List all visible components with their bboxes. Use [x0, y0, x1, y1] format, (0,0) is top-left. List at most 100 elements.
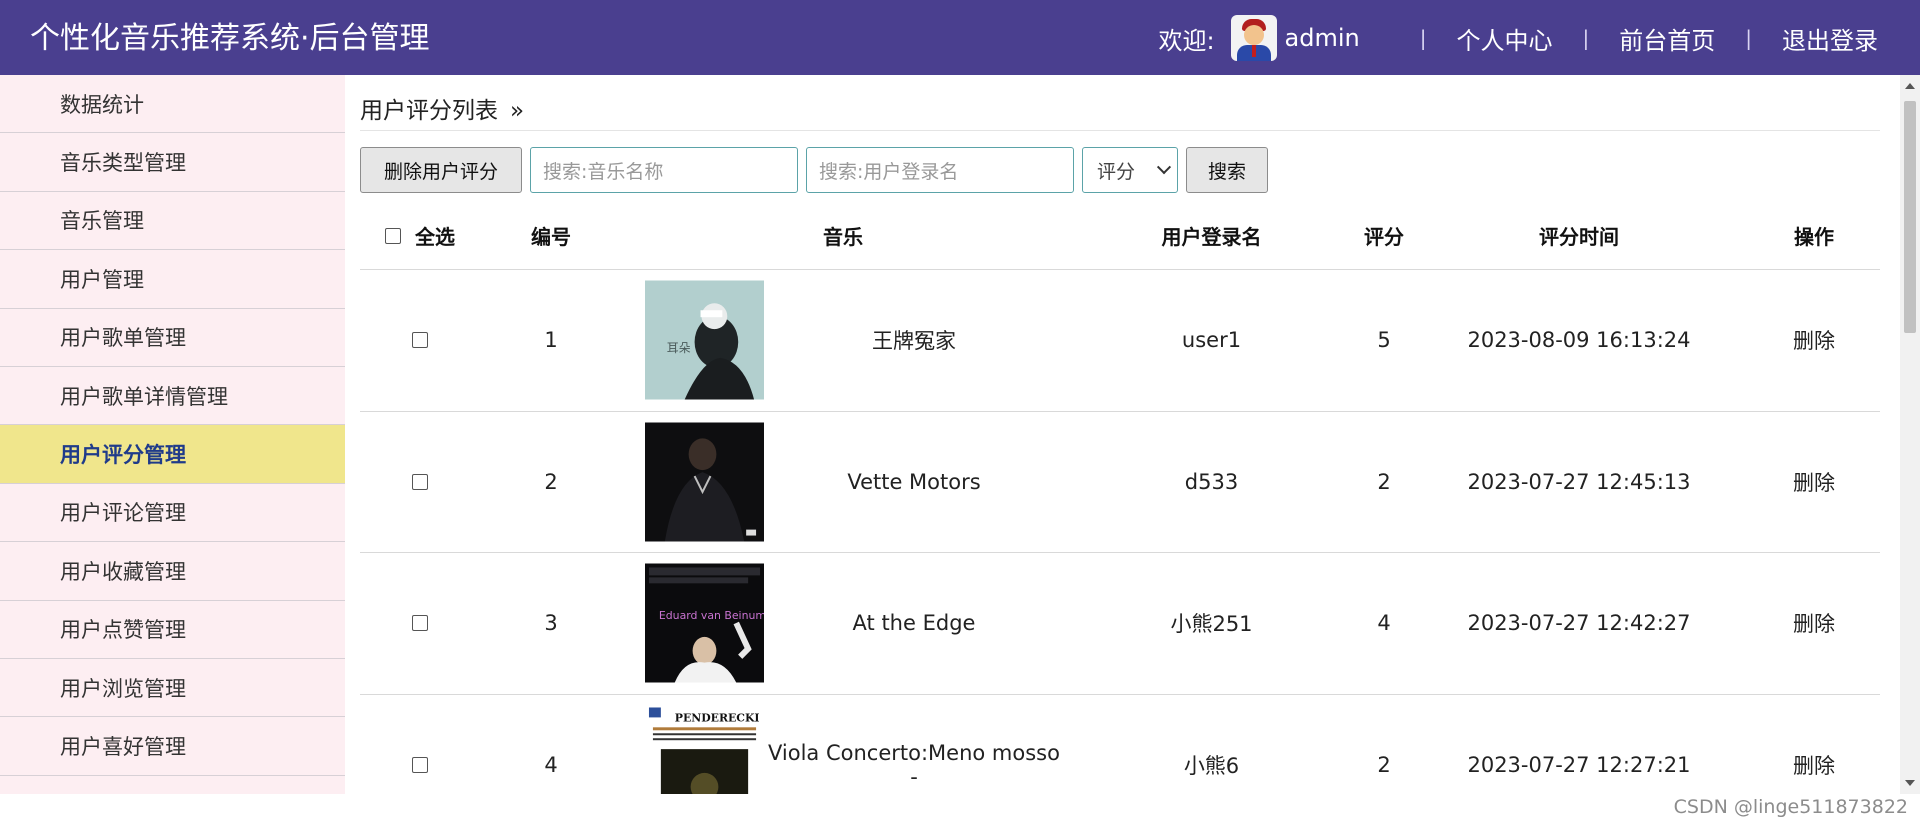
top-header: 个性化音乐推荐系统·后台管理 欢迎: admin | 个人中心 | 前台首页 |…: [0, 0, 1920, 75]
header-time: 评分时间: [1539, 225, 1619, 249]
delete-ratings-button[interactable]: 删除用户评分: [360, 147, 522, 193]
sidebar-item-ratings[interactable]: 用户评分管理: [0, 425, 345, 484]
row-cover-cell: 耳朵: [622, 280, 764, 400]
row-id: 3: [544, 611, 558, 636]
row-check-cell: [360, 615, 480, 632]
select-all[interactable]: 全选: [360, 221, 480, 250]
header-music: 音乐: [823, 225, 863, 249]
sidebar-item-likes[interactable]: 用户点赞管理: [0, 601, 345, 659]
cover-text: PENDERECKI: [675, 711, 760, 724]
table-header: 全选 编号 音乐 用户登录名 评分 评分时间 操作: [360, 202, 1880, 270]
row-music: Viola Concerto:Meno mosso -: [768, 740, 1060, 789]
scroll-down-arrow-icon[interactable]: [1905, 780, 1915, 786]
row-music: Vette Motors: [847, 469, 981, 494]
row-time: 2023-08-09 16:13:24: [1467, 328, 1691, 353]
select-all-checkbox[interactable]: [385, 227, 401, 244]
row-cover-cell: [622, 422, 764, 542]
album-cover-image: PENDERECKI: [645, 705, 764, 794]
page-title: 用户评分列表: [360, 98, 498, 124]
album-cover-image: [645, 422, 764, 542]
cover-text: 耳朵: [667, 341, 691, 355]
main-content: 用户评分列表 » 删除用户评分 搜索:音乐名称 搜索:用户登录名 评分 搜索 全选…: [360, 75, 1880, 794]
welcome-label: 欢迎:: [1158, 26, 1215, 55]
header-id: 编号: [531, 225, 571, 249]
row-score: 2: [1377, 469, 1391, 494]
sidebar-item-playlists[interactable]: 用户歌单管理: [0, 309, 345, 367]
table-row: 1 耳朵 王牌冤家 user1 5 2023-08-09 16:13:24 删除: [360, 270, 1880, 412]
row-time: 2023-07-27 12:27:21: [1467, 752, 1691, 777]
cover-text: Eduard van Beinum: [659, 609, 764, 622]
album-cover-image: Eduard van Beinum: [645, 563, 764, 683]
row-checkbox[interactable]: [412, 615, 428, 632]
row-time: 2023-07-27 12:45:13: [1467, 469, 1691, 494]
sidebar-item-favorites[interactable]: 用户收藏管理: [0, 542, 345, 601]
ratings-table: 全选 编号 音乐 用户登录名 评分 评分时间 操作 1 耳朵 王牌冤家 user…: [360, 202, 1880, 794]
header-action: 操作: [1794, 225, 1834, 249]
sidebar-item-playlist-details[interactable]: 用户歌单详情管理: [0, 367, 345, 426]
row-check-cell: [360, 756, 480, 773]
avatar-face: [1243, 25, 1264, 45]
row-check-cell: [360, 473, 480, 490]
row-user: 小熊6: [1183, 753, 1240, 778]
divider: [360, 130, 1880, 131]
row-delete-link[interactable]: 删除: [1749, 608, 1879, 638]
sidebar-item-comments[interactable]: 用户评论管理: [0, 484, 345, 543]
sidebar-item-browsing[interactable]: 用户浏览管理: [0, 659, 345, 718]
row-score: 4: [1377, 611, 1391, 636]
personal-center-link[interactable]: 个人中心: [1457, 21, 1553, 56]
chevron-down-icon: [1156, 160, 1172, 175]
sidebar-item-users[interactable]: 用户管理: [0, 250, 345, 309]
sidebar-item-music-types[interactable]: 音乐类型管理: [0, 133, 345, 192]
row-id: 2: [544, 469, 558, 494]
row-score: 2: [1377, 752, 1391, 777]
header-user: 用户登录名: [1161, 225, 1262, 249]
avatar[interactable]: [1230, 15, 1277, 61]
header-separator: |: [1745, 26, 1752, 50]
row-user: user1: [1181, 328, 1242, 353]
score-select-value: 评分: [1097, 160, 1136, 183]
table-row: 2 Vette Motors d533 2 2023-07-27 12:45:1…: [360, 412, 1880, 553]
row-music: 王牌冤家: [872, 329, 956, 354]
search-button[interactable]: 搜索: [1186, 147, 1268, 193]
row-user: 小熊251: [1170, 612, 1253, 637]
row-delete-link[interactable]: 删除: [1749, 750, 1879, 780]
row-delete-link[interactable]: 删除: [1749, 467, 1879, 497]
row-check-cell: [360, 332, 480, 349]
row-music: At the Edge: [852, 611, 976, 636]
row-user: d533: [1184, 469, 1239, 494]
row-time: 2023-07-27 12:42:27: [1467, 611, 1691, 636]
header-separator: |: [1582, 26, 1590, 50]
row-id: 4: [544, 752, 558, 777]
search-music-input[interactable]: 搜索:音乐名称: [530, 147, 798, 193]
row-checkbox[interactable]: [412, 756, 428, 773]
row-delete-link[interactable]: 删除: [1749, 325, 1879, 355]
toolbar: 删除用户评分 搜索:音乐名称 搜索:用户登录名 评分 搜索: [360, 146, 1268, 194]
table-row: 3 Eduard van Beinum At the Edge 小熊251 4 …: [360, 553, 1880, 695]
header-score: 评分: [1364, 225, 1404, 249]
search-user-input[interactable]: 搜索:用户登录名: [806, 147, 1074, 193]
select-all-label: 全选: [415, 225, 455, 249]
row-cover-cell: Eduard van Beinum: [622, 563, 764, 683]
app-title: 个性化音乐推荐系统·后台管理: [30, 21, 430, 56]
scroll-up-arrow-icon[interactable]: [1905, 83, 1915, 89]
album-cover-image: 耳朵: [645, 280, 764, 400]
avatar-tie: [1251, 45, 1256, 57]
row-id: 1: [544, 328, 558, 353]
sidebar-item-music[interactable]: 音乐管理: [0, 192, 345, 251]
sidebar: 数据统计 音乐类型管理 音乐管理 用户管理 用户歌单管理 用户歌单详情管理 用户…: [0, 75, 345, 794]
row-checkbox[interactable]: [412, 332, 428, 349]
watermark: CSDN @linge511873822: [1673, 796, 1908, 818]
scrollbar-thumb[interactable]: [1904, 101, 1916, 333]
username[interactable]: admin: [1285, 24, 1360, 52]
logout-link[interactable]: 退出登录: [1782, 21, 1878, 56]
page-scrollbar[interactable]: [1900, 75, 1920, 794]
front-home-link[interactable]: 前台首页: [1619, 21, 1715, 56]
breadcrumb: 用户评分列表 »: [360, 91, 524, 125]
chevron-right-icon: »: [510, 98, 525, 124]
sidebar-item-statistics[interactable]: 数据统计: [0, 75, 345, 134]
score-select[interactable]: 评分: [1082, 147, 1178, 193]
table-row: 4 PENDERECKI Viola Concerto:Meno mosso -…: [360, 695, 1880, 794]
header-user-area: 欢迎: admin | 个人中心 | 前台首页 | 退出登录: [1158, 14, 1878, 62]
row-checkbox[interactable]: [412, 473, 428, 490]
sidebar-item-preferences[interactable]: 用户喜好管理: [0, 717, 345, 776]
